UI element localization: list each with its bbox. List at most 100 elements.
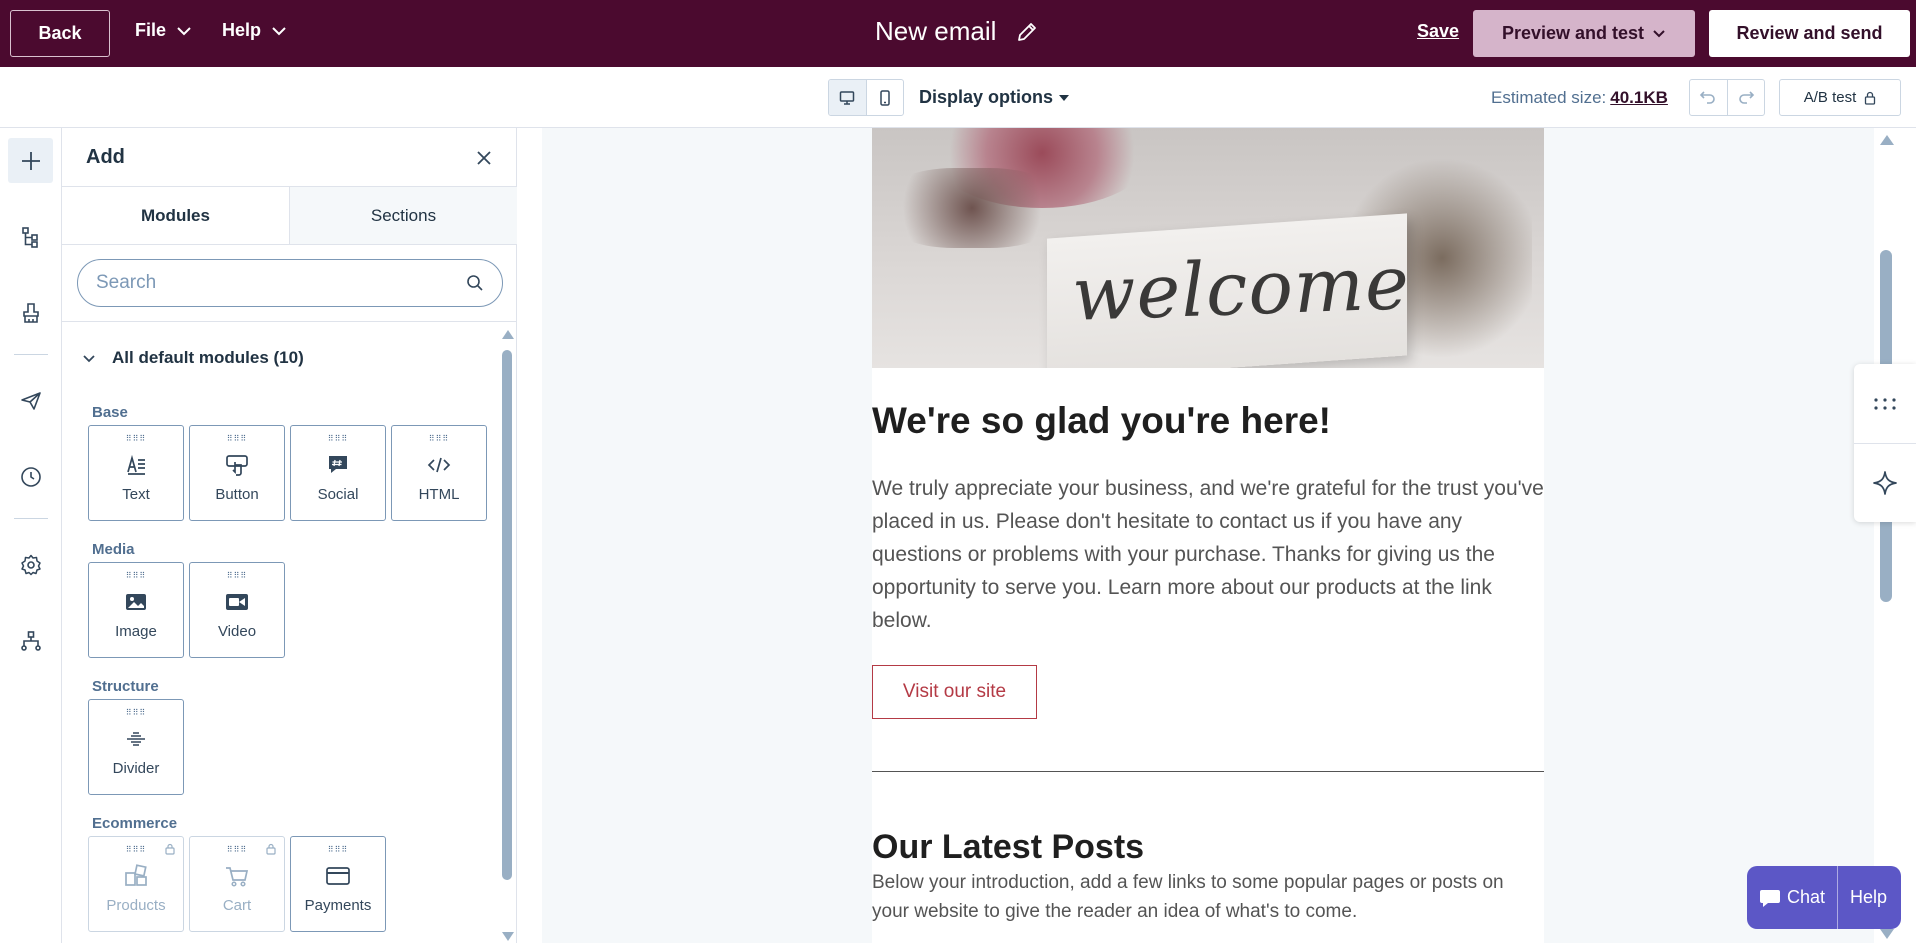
tab-modules[interactable]: Modules [62, 187, 289, 244]
text-icon [127, 454, 145, 475]
tab-sections[interactable]: Sections [289, 187, 517, 244]
pencil-icon[interactable] [1016, 21, 1038, 43]
chevron-down-icon [1653, 30, 1665, 38]
ab-test-button[interactable]: A/B test [1779, 79, 1901, 116]
scroll-down-arrow-icon[interactable] [502, 932, 514, 941]
panel-title: Add [86, 146, 125, 168]
scroll-up-arrow-icon[interactable] [1880, 135, 1894, 145]
email-title[interactable]: New email [875, 16, 1038, 47]
image-icon [126, 594, 146, 610]
file-menu[interactable]: File [135, 20, 192, 41]
posts-paragraph[interactable]: Below your introduction, add a few links… [872, 868, 1544, 926]
rail-add-button[interactable] [8, 138, 53, 183]
rail-schedule-button[interactable] [8, 454, 53, 499]
module-label: Button [215, 486, 259, 503]
module-tile-video[interactable]: ⠿⠿⠿ Video [189, 562, 285, 658]
drag-grid-button[interactable] [1854, 364, 1916, 443]
module-label: Image [115, 623, 157, 640]
search-icon[interactable] [466, 274, 484, 292]
redo-icon [1738, 90, 1754, 104]
posts-heading[interactable]: Our Latest Posts [872, 828, 1144, 867]
redo-button[interactable] [1728, 80, 1765, 115]
panel-scrollbar[interactable] [502, 330, 514, 941]
search-box [77, 259, 503, 307]
drag-handle-icon: ⠿⠿⠿ [125, 571, 147, 580]
lock-icon [165, 843, 175, 855]
module-tile-products[interactable]: ⠿⠿⠿ Products [88, 836, 184, 932]
tree-structure-icon [21, 226, 38, 248]
products-icon [125, 864, 147, 886]
left-icon-rail [0, 128, 62, 943]
email-body: welcome We're so glad you're here! We tr… [872, 128, 1544, 943]
preview-and-test-button[interactable]: Preview and test [1473, 10, 1695, 57]
scrollbar-thumb[interactable] [502, 350, 512, 880]
email-divider[interactable] [872, 771, 1544, 772]
mobile-view-button[interactable] [867, 80, 904, 115]
rail-design-button[interactable] [8, 290, 53, 335]
undo-redo-group [1689, 79, 1765, 116]
estimated-size-label: Estimated size: [1491, 88, 1607, 107]
rail-workflow-button[interactable] [8, 618, 53, 663]
module-label: Cart [222, 897, 252, 914]
sparkle-icon [1873, 470, 1897, 495]
review-and-send-button[interactable]: Review and send [1709, 10, 1910, 57]
hero-image[interactable]: welcome [872, 128, 1544, 368]
gear-icon [20, 554, 41, 575]
module-tile-divider[interactable]: ⠿⠿⠿ Divider [88, 699, 184, 795]
scroll-down-arrow-icon[interactable] [1880, 929, 1894, 939]
chat-bubble-icon [1760, 889, 1780, 907]
visit-site-button[interactable]: Visit our site [872, 665, 1037, 719]
add-panel: Add Modules Sections All default modules… [62, 128, 517, 943]
panel-divider [62, 321, 517, 322]
rail-divider [14, 518, 48, 519]
estimated-size: Estimated size: 40.1KB [1491, 88, 1668, 108]
top-bar: Back File Help New email Save Preview an… [0, 0, 1916, 67]
save-button[interactable]: Save [1417, 21, 1459, 42]
drag-handle-icon: ⠿⠿⠿ [327, 845, 349, 854]
ab-test-label: A/B test [1803, 89, 1857, 106]
email-paragraph[interactable]: We truly appreciate your business, and w… [872, 472, 1544, 637]
search-input[interactable] [96, 272, 466, 294]
undo-icon [1700, 90, 1716, 104]
close-icon[interactable] [474, 148, 494, 168]
module-label: Payments [304, 897, 372, 914]
group-label-ecommerce: Ecommerce [92, 815, 178, 832]
rail-send-button[interactable] [8, 378, 53, 423]
rail-settings-button[interactable] [8, 542, 53, 587]
module-tile-button[interactable]: ⠿⠿⠿ Button [189, 425, 285, 521]
estimated-size-value[interactable]: 40.1KB [1610, 88, 1668, 107]
code-icon [427, 457, 451, 473]
email-heading[interactable]: We're so glad you're here! [872, 400, 1331, 442]
drag-handle-icon: ⠿⠿⠿ [428, 434, 450, 443]
chat-widget: Chat Help [1747, 866, 1901, 929]
module-label: Video [217, 623, 257, 640]
rail-divider [14, 354, 48, 355]
help-button[interactable]: Help [1838, 866, 1899, 929]
drag-handle-icon: ⠿⠿⠿ [125, 845, 147, 854]
drag-handle-icon: ⠿⠿⠿ [125, 434, 147, 443]
ai-assistant-button[interactable] [1854, 443, 1916, 522]
button-icon [226, 455, 248, 476]
undo-button[interactable] [1690, 80, 1728, 115]
module-tile-text[interactable]: ⠿⠿⠿ Text [88, 425, 184, 521]
module-label: Divider [112, 760, 160, 777]
module-tile-payments[interactable]: ⠿⠿⠿ Payments [290, 836, 386, 932]
module-tile-cart[interactable]: ⠿⠿⠿ Cart [189, 836, 285, 932]
back-button[interactable]: Back [10, 10, 110, 57]
chat-button[interactable]: Chat [1747, 866, 1837, 929]
chevron-down-icon [83, 354, 95, 362]
modules-section-header[interactable]: All default modules (10) [82, 348, 304, 368]
desktop-view-button[interactable] [829, 80, 867, 115]
module-tile-image[interactable]: ⠿⠿⠿ Image [88, 562, 184, 658]
divider-icon [127, 732, 145, 746]
video-icon [226, 594, 248, 610]
social-icon [329, 456, 347, 473]
display-options-dropdown[interactable]: Display options [919, 87, 1070, 108]
module-label: Text [122, 486, 150, 503]
help-menu[interactable]: Help [222, 20, 287, 41]
cart-icon [226, 867, 249, 887]
scroll-up-arrow-icon[interactable] [502, 330, 514, 339]
module-tile-social[interactable]: ⠿⠿⠿ Social [290, 425, 386, 521]
module-tile-html[interactable]: ⠿⠿⠿ HTML [391, 425, 487, 521]
rail-layout-button[interactable] [8, 214, 53, 259]
